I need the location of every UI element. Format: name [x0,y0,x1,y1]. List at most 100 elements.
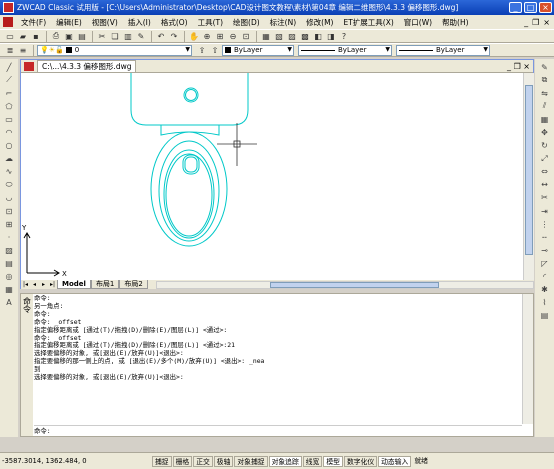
close-button[interactable]: × [539,2,552,13]
status-snap[interactable]: 捕捉 [152,455,172,467]
menu-modify[interactable]: 修改(M) [301,17,338,28]
stretch-icon[interactable]: ⇔ [538,166,551,178]
doc-restore-icon[interactable]: ❐ [532,18,539,27]
menu-view[interactable]: 视图(V) [87,17,123,28]
document-tab[interactable]: C:\...\4.3.3 偏移图形.dwg [37,60,137,72]
ray-icon[interactable]: ⟋ [3,74,16,86]
move-icon[interactable]: ✥ [538,126,551,138]
circle-icon[interactable]: ○ [3,140,16,152]
paste-icon[interactable]: ▥ [122,31,134,42]
array-icon[interactable]: ▦ [538,113,551,125]
zoom-previous-icon[interactable]: ⊖ [227,31,239,42]
drawing-vertical-scrollbar[interactable] [523,73,534,280]
print-preview-icon[interactable]: ▣ [63,31,75,42]
status-grid[interactable]: 栅格 [172,455,193,467]
line-icon[interactable]: ╱ [3,61,16,73]
zoom-extents-icon[interactable]: ⊡ [240,31,252,42]
point-icon[interactable]: · [3,231,16,243]
tool-palette-icon[interactable]: ▨ [286,31,298,42]
rectangle-icon[interactable]: ▭ [3,113,16,125]
command-input[interactable]: 命令: [34,425,522,436]
break-icon[interactable]: ╌ [538,231,551,243]
menu-window[interactable]: 窗口(W) [399,17,437,28]
layer-combo[interactable]: 💡 ☀ 🔓 0 ▼ [37,44,192,56]
tab-layout2[interactable]: 布局2 [119,280,148,289]
pan-icon[interactable]: ✋ [188,31,200,42]
match-properties-icon[interactable]: ✎ [135,31,147,42]
make-current-layer-icon[interactable]: ⇪ [196,45,208,56]
status-polar[interactable]: 极轴 [213,455,234,467]
layer-manager-icon[interactable]: ≣ [4,45,16,56]
ellipse-arc-icon[interactable]: ◡ [3,192,16,204]
region-icon[interactable]: ◎ [3,271,16,283]
copy-icon[interactable]: ❏ [109,31,121,42]
menu-insert[interactable]: 插入(I) [123,17,156,28]
tab-next-icon[interactable]: ▸ [39,281,48,288]
status-lineweight[interactable]: 线宽 [302,455,323,467]
calculator-icon[interactable]: ◨ [325,31,337,42]
status-osnap[interactable]: 对象捕捉 [234,455,268,467]
menu-help[interactable]: 帮助(H) [437,17,474,28]
polygon-icon[interactable]: ⬠ [3,100,16,112]
tab-model[interactable]: Model [57,280,91,289]
menu-et-tools[interactable]: ET扩展工具(X) [338,17,398,28]
scale-icon[interactable]: ⤢ [538,153,551,165]
revcloud-icon[interactable]: ☁ [3,153,16,165]
break-at-point-icon[interactable]: ⋮ [538,218,551,230]
insert-block-icon[interactable]: ⊡ [3,205,16,217]
erase-icon[interactable]: ✎ [538,61,551,73]
tab-last-icon[interactable]: ▸| [48,281,57,288]
ellipse-icon[interactable]: ⬭ [3,179,16,191]
arc-icon[interactable]: ◠ [3,126,16,138]
publish-icon[interactable]: ▤ [76,31,88,42]
doc-minimize-icon[interactable]: _ [524,18,528,27]
copy-object-icon[interactable]: ⧉ [538,74,551,86]
extend-icon[interactable]: ⇥ [538,205,551,217]
menu-dimension[interactable]: 标注(N) [265,17,301,28]
zoom-window-icon[interactable]: ⊞ [214,31,226,42]
fillet-icon[interactable]: ◜ [538,271,551,283]
print-icon[interactable]: ⎙ [50,31,62,42]
cut-icon[interactable]: ✂ [96,31,108,42]
status-model[interactable]: 模型 [323,455,343,467]
spline-icon[interactable]: ∿ [3,166,16,178]
trim-icon[interactable]: ✂ [538,192,551,204]
polyline-icon[interactable]: ⌐ [3,87,16,99]
open-icon[interactable]: ▰ [17,31,29,42]
lengthen-icon[interactable]: ↔ [538,179,551,191]
markup-icon[interactable]: ◧ [312,31,324,42]
gradient-icon[interactable]: ▤ [3,257,16,269]
doc-menu-icon[interactable] [3,17,13,27]
menu-draw[interactable]: 绘图(D) [228,17,265,28]
chamfer-icon[interactable]: ◸ [538,257,551,269]
save-icon[interactable]: ▪ [30,31,42,42]
menu-edit[interactable]: 编辑(E) [51,17,87,28]
minimize-button[interactable]: _ [509,2,522,13]
redo-icon[interactable]: ↷ [168,31,180,42]
drawing-canvas[interactable]: Y X [21,73,523,280]
doc-close-icon[interactable]: × [543,18,550,27]
document-close-icon[interactable]: _ ❐ × [507,62,530,71]
new-icon[interactable]: ▭ [4,31,16,42]
table-icon[interactable]: ▦ [3,284,16,296]
layer-previous-icon[interactable]: ⇧ [209,45,221,56]
tab-first-icon[interactable]: |◂ [21,281,30,288]
design-center-icon[interactable]: ▧ [273,31,285,42]
join-icon[interactable]: ⊸ [538,244,551,256]
make-block-icon[interactable]: ⊞ [3,218,16,230]
properties-icon[interactable]: ▦ [260,31,272,42]
lineweight-combo[interactable]: ByLayer ▼ [396,44,490,56]
help-icon[interactable]: ? [338,31,350,42]
tab-layout1[interactable]: 布局1 [90,280,120,289]
explode-icon[interactable]: ✱ [538,284,551,296]
maximize-button[interactable]: □ [524,2,537,13]
mirror-icon[interactable]: ⇋ [538,87,551,99]
command-scrollbar[interactable] [522,294,533,424]
sheet-set-icon[interactable]: ▩ [299,31,311,42]
zoom-realtime-icon[interactable]: ⊕ [201,31,213,42]
offset-icon[interactable]: ⫽ [538,100,551,112]
rotate-icon[interactable]: ↻ [538,140,551,152]
status-otrack[interactable]: 对象追踪 [268,455,302,467]
menu-file[interactable]: 文件(F) [16,17,51,28]
edit-polyline-icon[interactable]: ⌇ [538,297,551,309]
